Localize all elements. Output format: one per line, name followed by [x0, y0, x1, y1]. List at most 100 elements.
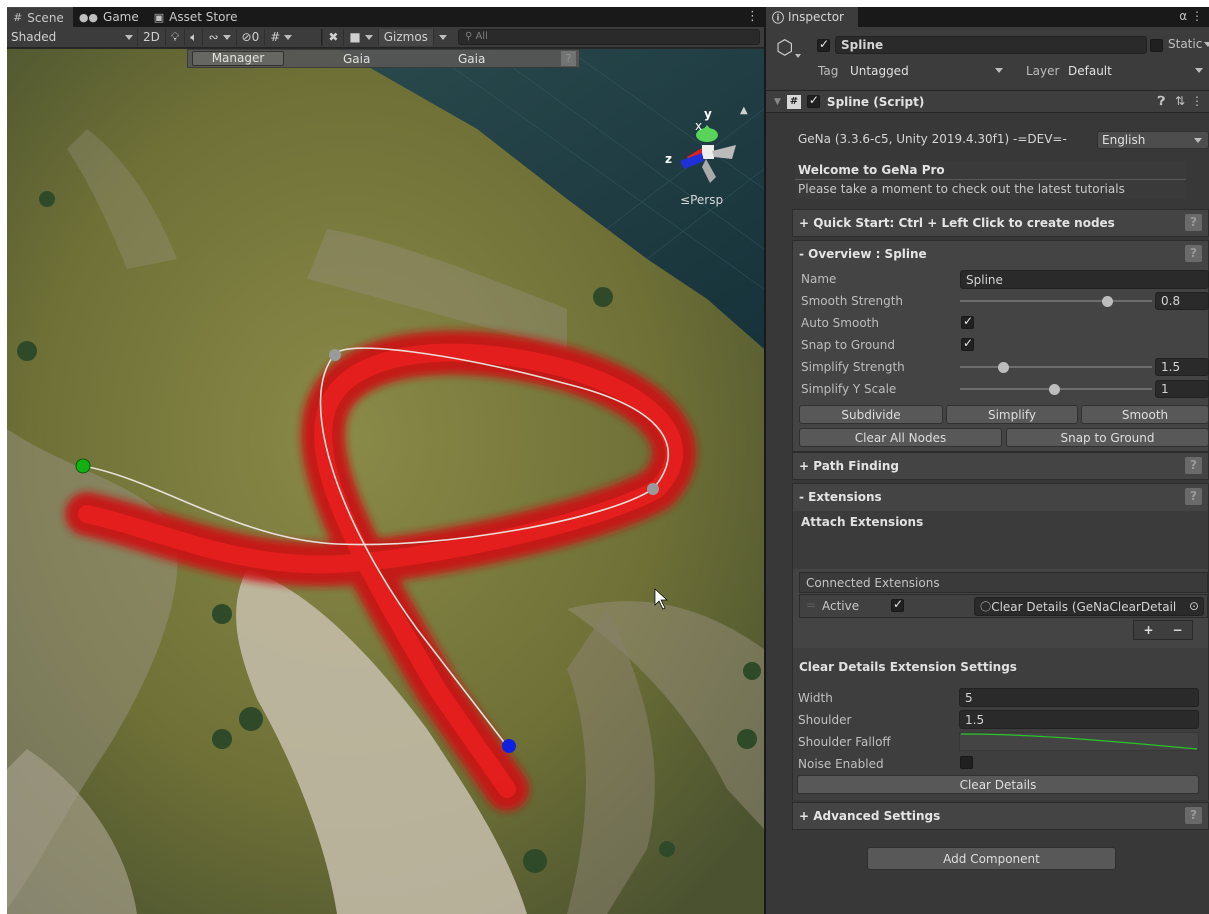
help-icon[interactable]: ?	[1185, 457, 1202, 474]
extension-object-field[interactable]: ◯ Clear Details (GeNaClearDetail ⊙	[974, 597, 1204, 616]
active-checkbox[interactable]	[817, 37, 830, 52]
tab-scene[interactable]: # Scene	[7, 7, 73, 27]
auto-smooth-checkbox[interactable]	[961, 314, 974, 329]
welcome-text: Please take a moment to check out the la…	[798, 182, 1125, 196]
orientation-gizmo[interactable]	[662, 107, 757, 227]
name-field[interactable]: Spline	[960, 270, 1209, 289]
add-component-button[interactable]: Add Component	[867, 847, 1116, 870]
kebab-menu-icon[interactable]: ⋮	[1191, 94, 1203, 108]
speaker-icon: 🔈︎	[190, 29, 198, 44]
simplify-y-scale-field[interactable]: 1	[1155, 380, 1209, 398]
attach-extensions-area[interactable]: Attach Extensions	[793, 511, 1208, 569]
clear-details-button[interactable]: Clear Details	[797, 775, 1199, 794]
scene-viewport[interactable]: x y z ≤Persp ▲	[7, 49, 764, 914]
static-label: Static	[1168, 37, 1203, 51]
clear-all-nodes-button[interactable]: Clear All Nodes	[799, 428, 1002, 447]
effects-dropdown[interactable]: ∾	[202, 28, 235, 46]
2d-toggle-button[interactable]: 2D	[137, 28, 165, 46]
help-icon[interactable]: ?	[1185, 214, 1202, 231]
active-label: Active	[822, 599, 860, 613]
noise-enabled-checkbox[interactable]	[960, 756, 973, 769]
extension-active-checkbox[interactable]	[891, 597, 904, 612]
object-picker-icon[interactable]: ⊙	[1189, 599, 1199, 613]
camera-dropdown[interactable]: ■	[343, 28, 377, 46]
component-title: Spline (Script)	[826, 94, 925, 109]
projection-toggle[interactable]: ≤Persp	[680, 193, 723, 207]
shading-mode-dropdown[interactable]: Shaded	[7, 29, 137, 46]
scene-toolbar: Shaded 2D 💡︎ 🔈︎ ∾ ⊘ 0 # ✖ ■ Gizmos ⚲ All	[7, 27, 764, 48]
component-enabled-checkbox[interactable]	[806, 93, 820, 108]
smooth-strength-slider[interactable]	[960, 291, 1152, 311]
path-finding-section[interactable]: + Path Finding?	[792, 452, 1209, 480]
chevron-down-icon	[125, 34, 133, 40]
grid-dropdown[interactable]: #	[264, 28, 297, 46]
snap-to-ground-label: Snap to Ground	[801, 338, 896, 352]
snap-to-ground-checkbox[interactable]	[961, 336, 974, 351]
section-header[interactable]: - Extensions?	[793, 484, 1208, 510]
slider-knob[interactable]	[1049, 384, 1060, 395]
quick-start-label: + Quick Start: Ctrl + Left Click to crea…	[799, 216, 1115, 230]
inspector-tabbar: ⓘ Inspector α ⋮	[766, 7, 1209, 27]
tab-inspector[interactable]: ⓘ Inspector	[766, 7, 858, 27]
help-icon[interactable]: ?	[1185, 807, 1202, 824]
help-icon[interactable]: ?	[561, 51, 576, 66]
layer-dropdown[interactable]: Default	[1064, 62, 1209, 80]
smooth-strength-field[interactable]: 0.8	[1155, 292, 1209, 310]
help-icon[interactable]: ?	[1185, 488, 1202, 505]
scene-search-input[interactable]: ⚲ All	[457, 29, 760, 45]
lighting-toggle-button[interactable]: 💡︎	[164, 28, 184, 46]
language-dropdown[interactable]: English	[1097, 131, 1209, 149]
welcome-box: Welcome to GeNa Pro Please take a moment…	[795, 161, 1186, 199]
simplify-button[interactable]: Simplify	[946, 405, 1078, 424]
audio-toggle-button[interactable]: 🔈︎	[184, 28, 202, 46]
attach-extensions-label: Attach Extensions	[801, 515, 924, 529]
scene-visibility-toggle[interactable]: ⊘ 0	[235, 28, 265, 46]
presets-icon[interactable]: ⇅	[1175, 94, 1185, 108]
add-extension-button[interactable]: +	[1143, 623, 1153, 637]
manager-button[interactable]: Manager	[192, 51, 284, 66]
drag-handle-icon[interactable]: =	[806, 598, 816, 612]
snap-to-ground-button[interactable]: Snap to Ground	[1006, 428, 1209, 447]
lock-icon[interactable]: ▲	[740, 105, 748, 116]
component-header[interactable]: ▼ # Spline (Script) ❓︎ ⇅ ⋮	[766, 91, 1209, 113]
slider-knob[interactable]	[998, 362, 1009, 373]
shading-mode-label: Shaded	[11, 30, 57, 44]
shoulder-field[interactable]: 1.5	[959, 710, 1199, 729]
section-header[interactable]: + Path Finding?	[793, 453, 1208, 479]
chevron-down-icon	[364, 34, 373, 40]
quick-start-section[interactable]: + Quick Start: Ctrl + Left Click to crea…	[792, 209, 1209, 237]
section-header[interactable]: - Overview : Spline?	[793, 241, 1208, 267]
smooth-button[interactable]: Smooth	[1081, 405, 1209, 424]
help-icon[interactable]: ❓︎	[1158, 94, 1165, 109]
cube-icon: ⬡	[776, 35, 794, 59]
gizmos-menu-button[interactable]	[432, 28, 452, 46]
tools-button[interactable]: ✖	[322, 28, 343, 46]
simplify-strength-slider[interactable]	[960, 357, 1152, 377]
gizmos-dropdown[interactable]: Gizmos	[377, 28, 433, 46]
shoulder-label: Shoulder	[798, 713, 852, 727]
subdivide-button[interactable]: Subdivide	[799, 405, 943, 424]
kebab-menu-icon[interactable]: ⋮	[746, 9, 759, 24]
shoulder-falloff-curve[interactable]	[959, 732, 1199, 751]
section-header[interactable]: + Advanced Settings?	[793, 803, 1208, 829]
section-header[interactable]: + Quick Start: Ctrl + Left Click to crea…	[793, 210, 1208, 236]
simplify-strength-field[interactable]: 1.5	[1155, 358, 1209, 376]
overview-section: - Overview : Spline? Name Spline Smooth …	[792, 240, 1209, 452]
help-icon[interactable]: ?	[1185, 245, 1202, 262]
connected-extensions-header: Connected Extensions	[799, 572, 1208, 593]
lock-kebab-icon[interactable]: α ⋮	[1179, 9, 1203, 23]
width-field[interactable]: 5	[959, 688, 1199, 707]
chevron-down-icon[interactable]	[795, 54, 801, 58]
tab-asset-store[interactable]: ▣ Asset Store	[148, 7, 247, 27]
tab-game[interactable]: ●● Game	[73, 7, 148, 27]
slider-knob[interactable]	[1102, 296, 1113, 307]
simplify-y-scale-slider[interactable]	[960, 379, 1152, 399]
extension-list-row[interactable]: = Active ◯Clear Details (GeNaClearDetail…	[799, 594, 1208, 618]
static-checkbox[interactable]	[1150, 39, 1163, 52]
tag-dropdown[interactable]: Untagged	[846, 62, 1009, 80]
object-name-field[interactable]: Spline	[835, 36, 1147, 54]
advanced-settings-section[interactable]: + Advanced Settings?	[792, 802, 1209, 830]
static-dropdown[interactable]: Static	[1168, 37, 1209, 51]
foldout-arrow-icon[interactable]: ▼	[774, 97, 781, 107]
remove-extension-button[interactable]: −	[1172, 623, 1182, 637]
